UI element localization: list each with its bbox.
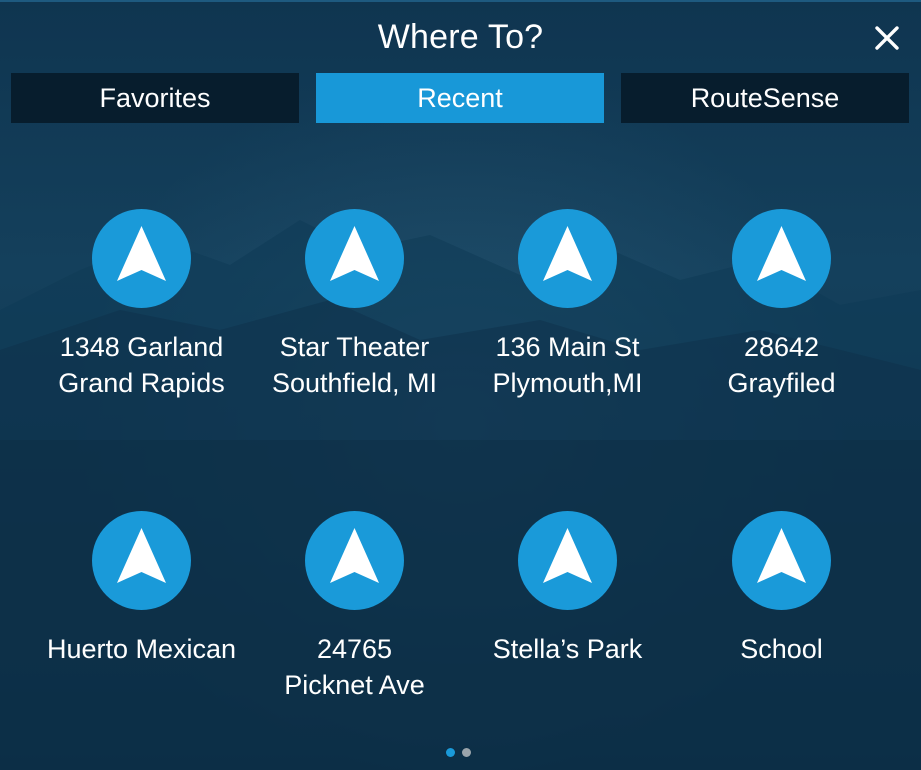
destination-name: School xyxy=(740,634,823,664)
destination-icon-circle xyxy=(732,511,831,610)
destination-name: 1348 Garland xyxy=(59,332,224,362)
destination-detail: Grand Rapids xyxy=(58,368,225,398)
destination-detail: Southfield, MI xyxy=(271,368,438,398)
destination-icon-circle xyxy=(305,209,404,308)
recent-destinations-grid: 1348 Garland Grand Rapids Star Theater S… xyxy=(0,0,921,770)
navigation-arrow-icon xyxy=(330,226,379,281)
destination-tile[interactable]: 1348 Garland Grand Rapids xyxy=(35,209,248,409)
destination-name: Stella’s Park xyxy=(492,634,643,664)
destination-icon-circle xyxy=(518,511,617,610)
navigation-arrow-icon xyxy=(543,528,592,583)
page-dot-active[interactable] xyxy=(446,748,455,757)
destination-detail: Plymouth,MI xyxy=(492,368,643,398)
destination-tile[interactable]: School xyxy=(675,511,888,711)
navigation-arrow-icon xyxy=(543,226,592,281)
destination-label: Star Theater Southfield, MI xyxy=(248,329,461,401)
where-to-screen: Where To? Favorites Recent RouteSense 13… xyxy=(0,0,921,770)
page-indicator xyxy=(444,748,474,758)
navigation-arrow-icon xyxy=(757,226,806,281)
destination-name: Star Theater xyxy=(279,332,430,362)
navigation-arrow-icon xyxy=(330,528,379,583)
destination-icon-circle xyxy=(518,209,617,308)
navigation-arrow-icon xyxy=(117,226,166,281)
destination-tile[interactable]: 28642 Grayfiled xyxy=(675,209,888,409)
page-dot-inactive[interactable] xyxy=(462,748,471,757)
destination-label: 28642 Grayfiled xyxy=(675,329,888,401)
destination-tile[interactable]: Huerto Mexican xyxy=(35,511,248,711)
destination-icon-circle xyxy=(305,511,404,610)
destination-label: 136 Main St Plymouth,MI xyxy=(461,329,674,401)
destination-label: 1348 Garland Grand Rapids xyxy=(35,329,248,401)
destination-label: School xyxy=(675,631,888,667)
destination-name: 136 Main St xyxy=(495,332,640,362)
destination-label: 24765 Picknet Ave xyxy=(248,631,461,703)
destination-tile[interactable]: 24765 Picknet Ave xyxy=(248,511,461,711)
destination-icon-circle xyxy=(732,209,831,308)
destination-name: 28642 xyxy=(743,332,820,362)
navigation-arrow-icon xyxy=(757,528,806,583)
destination-detail: Grayfiled xyxy=(727,368,836,398)
destination-label: Stella’s Park xyxy=(461,631,674,667)
navigation-arrow-icon xyxy=(117,528,166,583)
destination-tile[interactable]: Star Theater Southfield, MI xyxy=(248,209,461,409)
destination-name: 24765 xyxy=(316,634,393,664)
destination-icon-circle xyxy=(92,209,191,308)
destination-label: Huerto Mexican xyxy=(35,631,248,667)
destination-tile[interactable]: 136 Main St Plymouth,MI xyxy=(461,209,674,409)
destination-icon-circle xyxy=(92,511,191,610)
destination-detail: Picknet Ave xyxy=(284,670,425,700)
destination-name: Huerto Mexican xyxy=(46,634,237,664)
destination-tile[interactable]: Stella’s Park xyxy=(461,511,674,711)
